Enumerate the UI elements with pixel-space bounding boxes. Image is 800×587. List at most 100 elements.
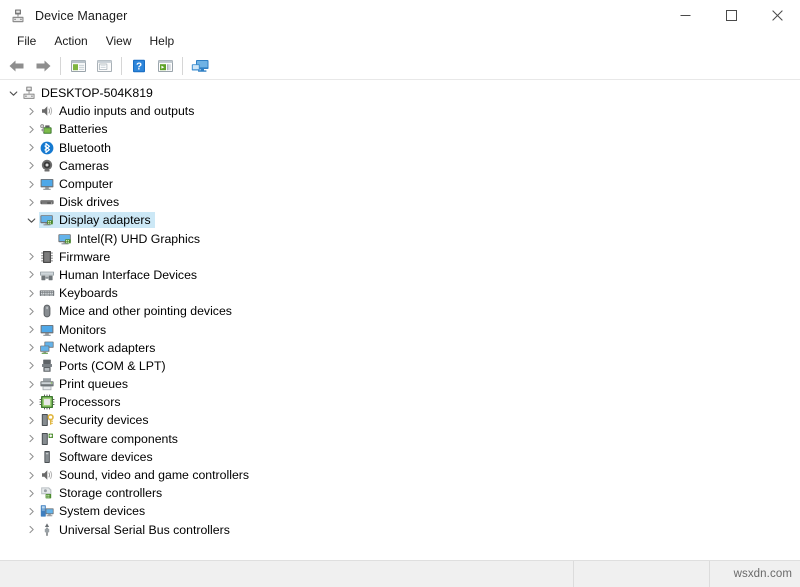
tree-item-label: Audio inputs and outputs — [57, 103, 194, 119]
minimize-button[interactable] — [662, 0, 708, 31]
tree-item-label: Display adapters — [57, 212, 151, 228]
chevron-right-icon[interactable] — [23, 249, 39, 265]
tree-item-batteries[interactable]: Batteries — [0, 120, 800, 138]
chevron-right-icon[interactable] — [23, 394, 39, 410]
tree-item-content[interactable]: Audio inputs and outputs — [39, 103, 198, 119]
tree-item-system-devices[interactable]: System devices — [0, 502, 800, 520]
chevron-right-icon[interactable] — [23, 285, 39, 301]
tree-item-content[interactable]: Firmware — [39, 249, 114, 265]
menu-file[interactable]: File — [8, 32, 45, 52]
chevron-right-icon[interactable] — [23, 322, 39, 338]
tree-item-processors[interactable]: Processors — [0, 393, 800, 411]
chevron-right-icon[interactable] — [23, 376, 39, 392]
menu-help[interactable]: Help — [141, 32, 184, 52]
tree-item-bluetooth[interactable]: Bluetooth — [0, 139, 800, 157]
tree-item-content[interactable]: Batteries — [39, 121, 112, 137]
chevron-right-icon[interactable] — [23, 267, 39, 283]
tree-item-content[interactable]: Print queues — [39, 376, 132, 392]
processor-icon — [39, 394, 55, 410]
tree-item-storage-controllers[interactable]: Storage controllers — [0, 484, 800, 502]
tree-item-software-components[interactable]: Software components — [0, 430, 800, 448]
chevron-right-icon[interactable] — [23, 358, 39, 374]
tree-item-computer[interactable]: Computer — [0, 175, 800, 193]
chevron-right-icon[interactable] — [23, 176, 39, 192]
tree-item-content[interactable]: Universal Serial Bus controllers — [39, 522, 234, 538]
tree-item-content[interactable]: Monitors — [39, 322, 110, 338]
chevron-right-icon[interactable] — [23, 522, 39, 538]
chevron-right-icon[interactable] — [23, 412, 39, 428]
tree-item-mice-and-other-pointing-devices[interactable]: Mice and other pointing devices — [0, 302, 800, 320]
show-hide-console-tree-button[interactable] — [66, 55, 90, 77]
tree-item-content[interactable]: Computer — [39, 176, 117, 192]
maximize-button[interactable] — [708, 0, 754, 31]
tree-item-content[interactable]: Storage controllers — [39, 485, 166, 501]
chevron-down-icon[interactable] — [23, 212, 39, 228]
chevron-right-icon[interactable] — [23, 103, 39, 119]
tree-item-content[interactable]: Keyboards — [39, 285, 122, 301]
tree-item-disk-drives[interactable]: Disk drives — [0, 193, 800, 211]
properties-button[interactable] — [92, 55, 116, 77]
tree-item-content[interactable]: Network adapters — [39, 340, 159, 356]
update-driver-button[interactable] — [153, 55, 177, 77]
tree-item-print-queues[interactable]: Print queues — [0, 375, 800, 393]
tree-item-content[interactable]: Intel(R) UHD Graphics — [57, 231, 204, 247]
chevron-right-icon[interactable] — [23, 467, 39, 483]
tree-item-sound-video-and-game-controllers[interactable]: Sound, video and game controllers — [0, 466, 800, 484]
chevron-right-icon[interactable] — [23, 449, 39, 465]
chevron-right-icon[interactable] — [23, 140, 39, 156]
toolbar-separator-3 — [182, 57, 183, 75]
tree-item-ports-com-and-lpt[interactable]: Ports (COM & LPT) — [0, 357, 800, 375]
chevron-right-icon[interactable] — [23, 158, 39, 174]
menu-action[interactable]: Action — [45, 32, 96, 52]
help-button[interactable]: ? — [127, 55, 151, 77]
tree-item-human-interface-devices[interactable]: Human Interface Devices — [0, 266, 800, 284]
tree-item-content[interactable]: System devices — [39, 503, 149, 519]
keyboard-icon — [39, 285, 55, 301]
chevron-down-icon[interactable] — [5, 85, 21, 101]
tree-item-content[interactable]: Mice and other pointing devices — [39, 303, 236, 319]
tree-item-software-devices[interactable]: Software devices — [0, 448, 800, 466]
tree-item-firmware[interactable]: Firmware — [0, 248, 800, 266]
device-tree[interactable]: DESKTOP-504K819 Audio inputs — [0, 84, 800, 560]
tree-item-keyboards[interactable]: Keyboards — [0, 284, 800, 302]
scan-for-hardware-changes-button[interactable] — [188, 55, 212, 77]
tree-item-display-adapters[interactable]: Display adapters — [0, 211, 800, 229]
tree-item-universal-serial-bus-controllers[interactable]: Universal Serial Bus controllers — [0, 521, 800, 539]
device-tree-panel[interactable]: DESKTOP-504K819 Audio inputs — [0, 80, 800, 560]
status-bar-main-pane — [0, 561, 573, 587]
tree-item-security-devices[interactable]: Security devices — [0, 411, 800, 429]
tree-item-content[interactable]: Display adapters — [39, 212, 155, 228]
tree-item-content[interactable]: Sound, video and game controllers — [39, 467, 253, 483]
tree-item-content[interactable]: Security devices — [39, 412, 153, 428]
tree-item-cameras[interactable]: Cameras — [0, 157, 800, 175]
chevron-right-icon[interactable] — [23, 303, 39, 319]
chevron-right-icon[interactable] — [23, 485, 39, 501]
tree-item-content[interactable]: Human Interface Devices — [39, 267, 201, 283]
tree-item-desktop[interactable]: DESKTOP-504K819 — [0, 84, 800, 102]
tree-item-content[interactable]: Ports (COM & LPT) — [39, 358, 170, 374]
tree-item-content[interactable]: Cameras — [39, 158, 113, 174]
tree-item-content[interactable]: Software devices — [39, 449, 157, 465]
tree-item-label: Ports (COM & LPT) — [57, 358, 166, 374]
tree-item-content[interactable]: Software components — [39, 431, 182, 447]
menu-view[interactable]: View — [97, 32, 141, 52]
back-button[interactable] — [5, 55, 29, 77]
tree-item-content[interactable]: Bluetooth — [39, 140, 115, 156]
tree-item-audio-inputs-and-outputs[interactable]: Audio inputs and outputs — [0, 102, 800, 120]
chevron-right-icon[interactable] — [23, 503, 39, 519]
toolbar-separator-1 — [60, 57, 61, 75]
chevron-right-icon[interactable] — [23, 340, 39, 356]
tree-item-intel-uhd-graphics[interactable]: Intel(R) UHD Graphics — [0, 230, 800, 248]
tree-item-content[interactable]: Disk drives — [39, 194, 123, 210]
tree-item-label: Security devices — [57, 412, 149, 428]
tree-item-content[interactable]: Processors — [39, 394, 125, 410]
chevron-right-icon[interactable] — [23, 431, 39, 447]
chevron-right-icon[interactable] — [23, 121, 39, 137]
chevron-right-icon[interactable] — [23, 194, 39, 210]
tree-item-network-adapters[interactable]: Network adapters — [0, 339, 800, 357]
close-button[interactable] — [754, 0, 800, 31]
tree-item-monitors[interactable]: Monitors — [0, 320, 800, 338]
forward-button[interactable] — [31, 55, 55, 77]
security-device-icon — [39, 412, 55, 428]
tree-item-content[interactable]: DESKTOP-504K819 — [21, 85, 157, 101]
